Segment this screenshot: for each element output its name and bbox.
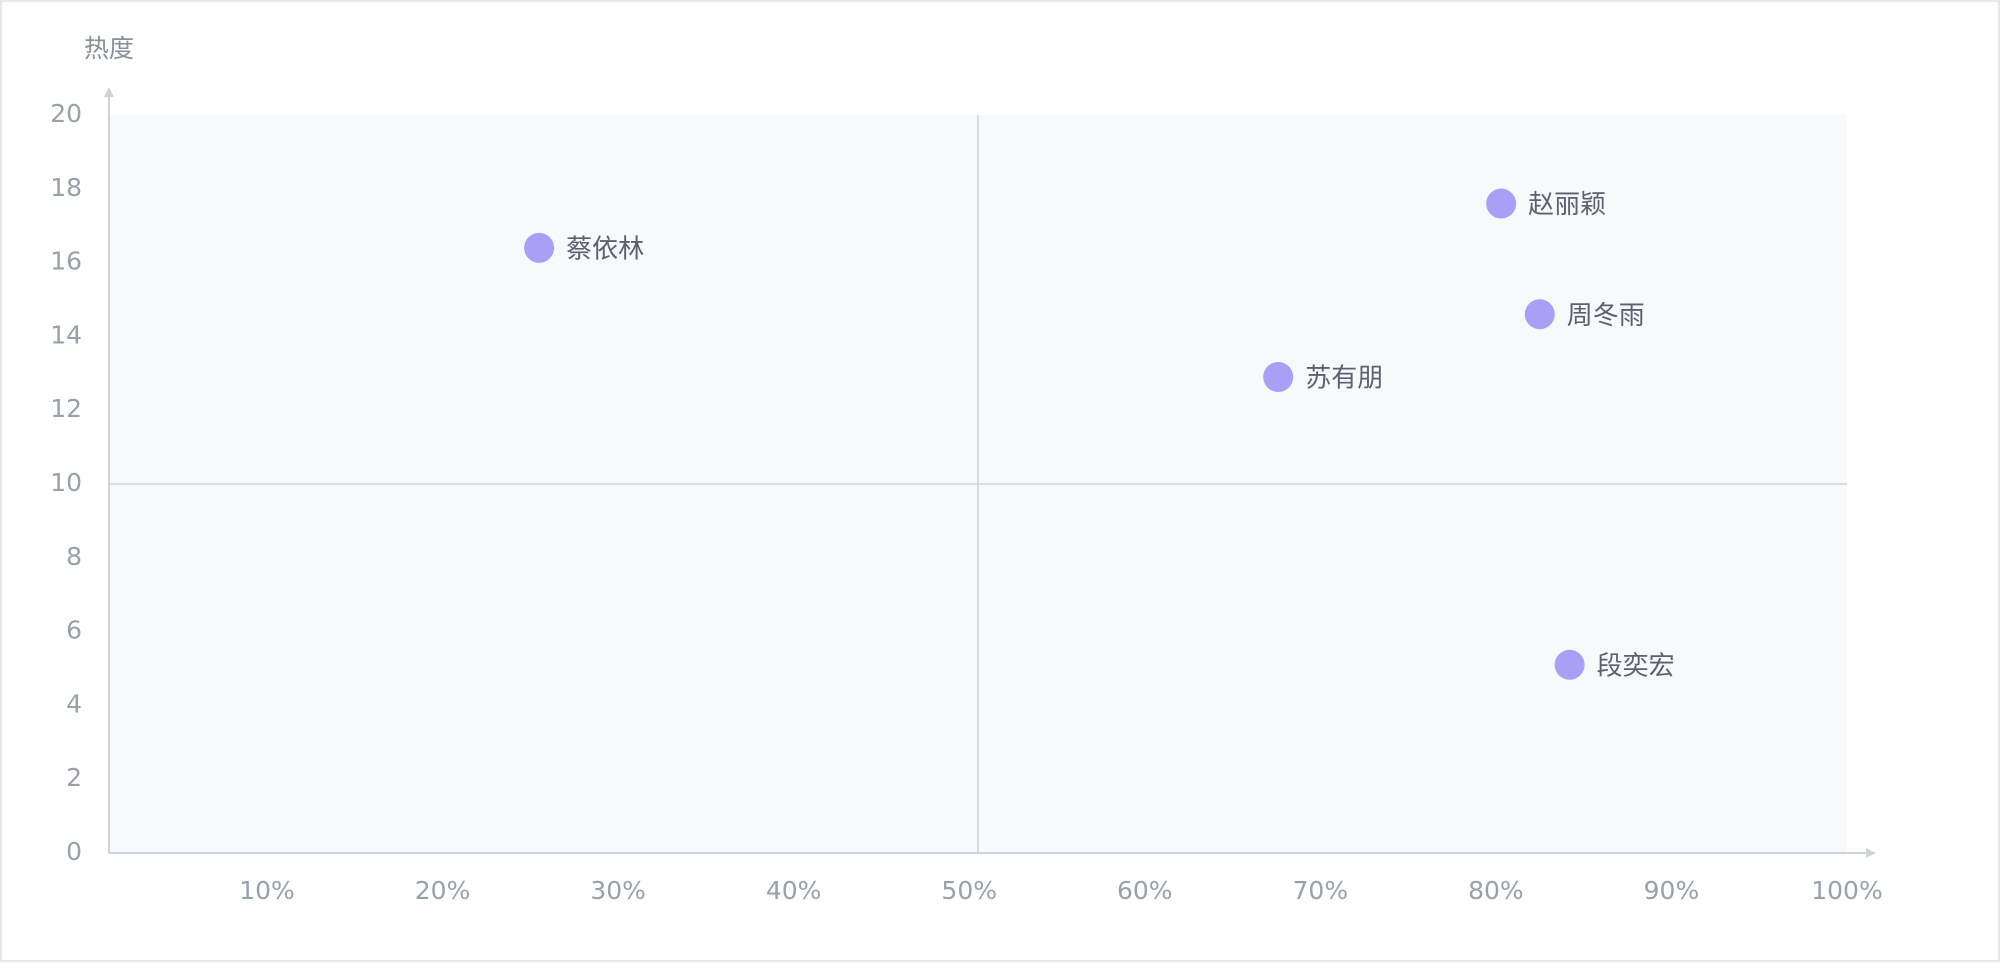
point-label: 周冬雨 <box>1567 301 1645 331</box>
chart-frame: 0 2 4 6 8 10 12 14 16 18 20 10% 20% 30% 40% 50% 60% 70% 8… <box>0 0 2000 962</box>
x-tick-label: 60% <box>1117 876 1173 905</box>
x-tick-label: 100% <box>1811 876 1882 905</box>
scatter-chart: 0 2 4 6 8 10 12 14 16 18 20 10% 20% 30% 40% 50% 60% 70% 8… <box>50 34 1883 905</box>
scatter-point[interactable] <box>1554 649 1585 680</box>
x-axis-arrow-icon <box>1866 848 1876 858</box>
x-tick-label: 20% <box>415 876 471 905</box>
y-tick-label: 20 <box>50 99 82 128</box>
scatter-point[interactable] <box>1263 361 1294 392</box>
y-tick-label: 14 <box>50 320 82 349</box>
y-tick-label: 8 <box>66 542 82 571</box>
y-tick-label: 12 <box>50 394 82 423</box>
point-label: 苏有朋 <box>1305 363 1383 393</box>
y-tick-label: 18 <box>50 173 82 202</box>
point-label: 段奕宏 <box>1597 651 1675 681</box>
x-tick-label: 40% <box>766 876 822 905</box>
y-axis-title: 热度 <box>84 34 134 63</box>
y-tick-label: 4 <box>66 689 82 718</box>
x-tick-label: 50% <box>941 876 997 905</box>
x-tick-label: 90% <box>1644 876 1700 905</box>
y-tick-label: 6 <box>66 616 82 645</box>
x-tick-label: 70% <box>1293 876 1349 905</box>
point-label: 蔡依林 <box>566 234 644 264</box>
scatter-point[interactable] <box>1486 188 1517 219</box>
scatter-point[interactable] <box>524 232 555 263</box>
x-tick-label: 30% <box>590 876 646 905</box>
y-tick-label: 0 <box>66 837 82 866</box>
x-tick-label: 10% <box>239 876 295 905</box>
y-axis-arrow-icon <box>104 87 114 97</box>
y-tick-label: 10 <box>50 468 82 497</box>
y-tick-label: 16 <box>50 247 82 276</box>
scatter-point[interactable] <box>1524 299 1555 330</box>
y-tick-label: 2 <box>66 763 82 792</box>
x-tick-label: 80% <box>1468 876 1524 905</box>
point-label: 赵丽颖 <box>1528 190 1606 220</box>
